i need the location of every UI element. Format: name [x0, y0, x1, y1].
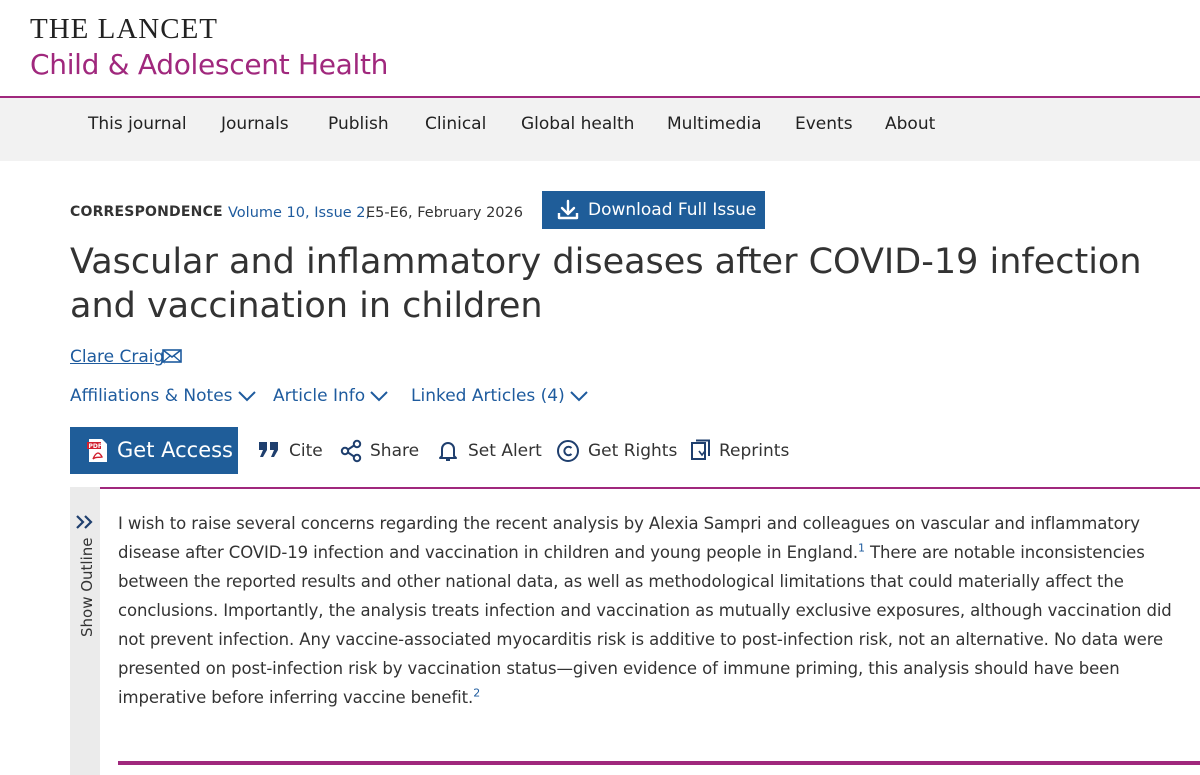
nav-item-this-journal[interactable]: This journal — [88, 98, 187, 161]
volume-issue-link[interactable]: Volume 10, Issue 2, — [228, 203, 370, 223]
pdf-icon: PDF — [87, 439, 107, 462]
article-title: Vascular and inflammatory diseases after… — [70, 242, 1142, 326]
reprints-button[interactable]: Reprints — [689, 437, 789, 465]
article-type-label: CORRESPONDENCE — [70, 204, 223, 220]
show-outline-label: Show Outline — [78, 537, 96, 637]
nav-item-multimedia[interactable]: Multimedia — [667, 98, 762, 161]
meta-separator: · — [216, 204, 221, 220]
nav-item-about[interactable]: About — [885, 98, 935, 161]
get-access-button[interactable]: PDF Get Access — [70, 427, 238, 474]
share-label: Share — [370, 441, 420, 461]
affiliations-notes-toggle[interactable]: Affiliations & Notes — [70, 385, 256, 407]
reference-link-2[interactable]: 2 — [473, 687, 480, 700]
share-icon — [340, 439, 362, 463]
body-text-part2: There are notable inconsistencies betwee… — [118, 543, 1172, 707]
download-full-issue-label: Download Full Issue — [588, 200, 757, 220]
affiliations-notes-label: Affiliations & Notes — [70, 386, 233, 406]
reprints-icon — [691, 439, 710, 460]
reference-link-1[interactable]: 1 — [858, 542, 865, 555]
article-info-toggle[interactable]: Article Info — [273, 385, 388, 407]
chevron-down-icon — [370, 391, 388, 402]
download-full-issue-button[interactable]: Download Full Issue — [542, 191, 765, 229]
quote-icon — [259, 442, 278, 457]
double-chevron-right-icon — [76, 515, 93, 529]
article-info-label: Article Info — [273, 386, 366, 406]
pages-date: E5-E6, February 2026 — [366, 205, 523, 221]
linked-articles-label: Linked Articles (4) — [411, 386, 565, 406]
nav-item-events[interactable]: Events — [795, 98, 853, 161]
chevron-down-icon — [237, 391, 256, 402]
svg-text:PDF: PDF — [89, 443, 102, 450]
journal-logo-subtitle[interactable]: Child & Adolescent Health — [30, 47, 388, 83]
author-link[interactable]: Clare Craig — [70, 346, 164, 368]
get-rights-button[interactable]: Get Rights — [556, 437, 678, 465]
reprints-label: Reprints — [719, 441, 790, 461]
get-rights-label: Get Rights — [588, 441, 678, 461]
email-icon[interactable] — [162, 348, 182, 364]
cite-button[interactable]: Cite — [257, 437, 323, 465]
show-outline-panel[interactable]: Show Outline — [70, 487, 100, 775]
bell-icon — [439, 442, 457, 461]
journal-logo-top[interactable]: THE LANCET — [30, 12, 218, 46]
main-nav: This journal Journals Publish Clinical G… — [0, 98, 1200, 161]
share-button[interactable]: Share — [339, 437, 419, 465]
cite-label: Cite — [289, 441, 323, 461]
article-meta: CORRESPONDENCE · Volume 10, Issue 2, E5-… — [70, 190, 1170, 229]
download-icon — [557, 199, 579, 220]
linked-articles-toggle[interactable]: Linked Articles (4) — [411, 385, 588, 407]
site-header: THE LANCET Child & Adolescent Health — [0, 0, 1200, 97]
article-body-paragraph: I wish to raise several concerns regardi… — [118, 509, 1188, 712]
nav-item-global-health[interactable]: Global health — [521, 98, 634, 161]
copyright-icon — [557, 440, 579, 462]
chevron-down-icon — [570, 391, 588, 402]
content-divider — [70, 487, 1200, 489]
set-alert-label: Set Alert — [468, 441, 542, 461]
set-alert-button[interactable]: Set Alert — [436, 437, 542, 465]
nav-item-publish[interactable]: Publish — [328, 98, 389, 161]
section-divider — [118, 761, 1200, 765]
get-access-label: Get Access — [117, 438, 233, 462]
nav-item-clinical[interactable]: Clinical — [425, 98, 486, 161]
nav-item-journals[interactable]: Journals — [221, 98, 289, 161]
